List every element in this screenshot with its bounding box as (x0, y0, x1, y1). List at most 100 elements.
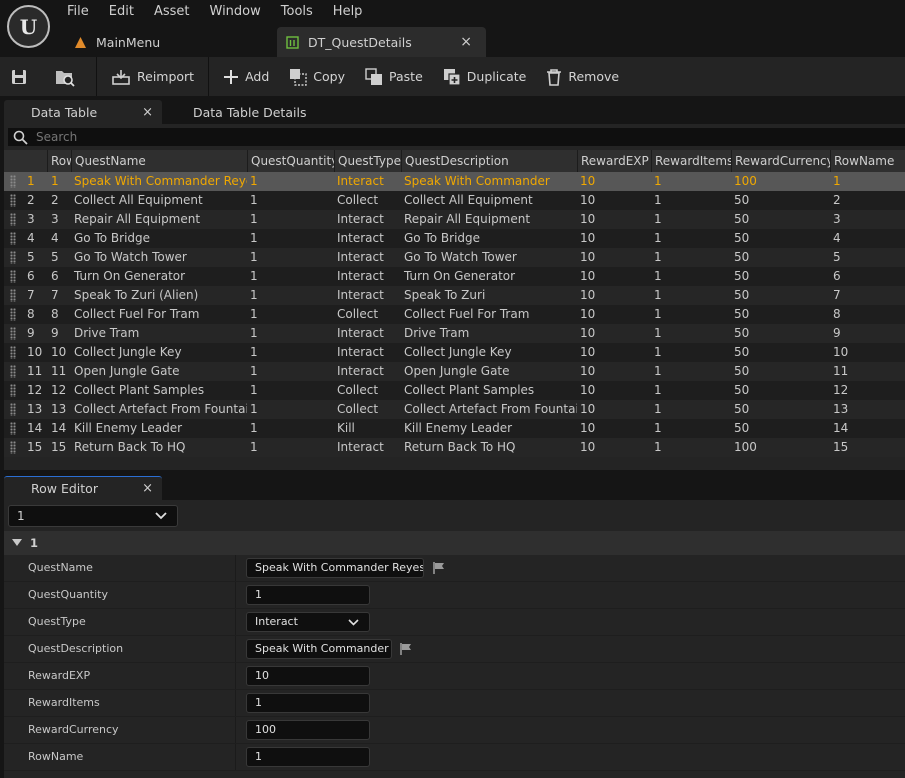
remove-button[interactable]: Remove (536, 57, 629, 96)
rewarditems-input[interactable]: 1 (246, 693, 370, 713)
remove-label: Remove (568, 69, 620, 84)
drag-handle-icon[interactable] (10, 213, 16, 226)
table-cell: 1 (654, 250, 662, 264)
drag-handle-icon[interactable] (10, 194, 16, 207)
table-cell: 10 (580, 307, 596, 321)
column-header[interactable]: Row (47, 150, 71, 172)
drag-handle-icon[interactable] (10, 270, 16, 283)
drag-handle-icon[interactable] (10, 365, 16, 378)
drag-handle-icon[interactable] (10, 403, 16, 416)
table-cell: 3 (833, 212, 841, 226)
prop-divider (235, 555, 236, 581)
questname-input[interactable]: Speak With Commander Reyes (246, 558, 424, 578)
table-cell: 1 (51, 174, 59, 188)
table-row[interactable]: 4 4 Go To Bridge 1 Interact Go To Bridge 10 1 50… (4, 229, 905, 248)
tab-row-editor[interactable]: Row Editor × (4, 476, 162, 500)
rewardcurrency-input[interactable]: 100 (246, 720, 370, 740)
prop-questname: QuestName Speak With Commander Reyes (4, 555, 905, 582)
table-row[interactable]: 5 5 Go To Watch Tower 1 Interact Go To Watch … (4, 248, 905, 267)
table-row[interactable]: 14 14 Kill Enemy Leader 1 Kill Kill Enemy Lea… (4, 419, 905, 438)
column-header[interactable]: RowName (830, 150, 905, 172)
drag-handle-icon[interactable] (10, 308, 16, 321)
table-row[interactable]: 9 9 Drive Tram 1 Interact Drive Tram 10 1 50 9 (4, 324, 905, 343)
drag-handle-icon[interactable] (10, 251, 16, 264)
table-cell: 10 (580, 250, 596, 264)
table-row[interactable]: 8 8 Collect Fuel For Tram 1 Collect Collect F… (4, 305, 905, 324)
table-row[interactable]: 13 13 Collect Artefact From Fountain 1 Colle… (4, 400, 905, 419)
table-cell: Go To Watch Tower (404, 250, 517, 264)
browse-button[interactable] (44, 57, 92, 96)
table-row[interactable]: 2 2 Collect All Equipment 1 Collect Collect A… (4, 191, 905, 210)
table-cell: Collect Artefact From Fountain (404, 402, 577, 416)
column-header[interactable]: RewardEXP (577, 150, 651, 172)
search-box[interactable] (8, 128, 905, 146)
column-header[interactable]: RewardCurrency (731, 150, 830, 172)
table-cell: 14 (833, 421, 849, 435)
questdescription-input[interactable]: Speak With Commander (246, 639, 392, 659)
table-cell: Collect (337, 402, 379, 416)
drag-handle-icon[interactable] (10, 289, 16, 302)
table-row[interactable]: 11 11 Open Jungle Gate 1 Interact Open Jungle… (4, 362, 905, 381)
close-icon[interactable]: × (142, 481, 153, 496)
menu-asset[interactable]: Asset (144, 3, 200, 20)
tab-data-table-details[interactable]: Data Table Details (193, 100, 306, 124)
drag-handle-icon[interactable] (10, 327, 16, 340)
table-cell: 1 (250, 212, 258, 226)
column-header[interactable]: QuestName (71, 150, 247, 172)
category-header[interactable]: 1 (4, 531, 905, 555)
table-row[interactable]: 10 10 Collect Jungle Key 1 Interact Collect J… (4, 343, 905, 362)
column-header[interactable]: QuestType (334, 150, 401, 172)
table-cell: 4 (51, 231, 59, 245)
drag-handle-icon[interactable] (10, 441, 16, 454)
close-icon[interactable]: × (460, 34, 472, 50)
menu-tools[interactable]: Tools (271, 3, 323, 20)
rowname-input[interactable]: 1 (246, 747, 370, 767)
drag-handle-icon[interactable] (10, 422, 16, 435)
table-cell: 1 (654, 212, 662, 226)
menu-window[interactable]: Window (200, 3, 271, 20)
drag-handle-icon[interactable] (10, 384, 16, 397)
tab-mainmenu[interactable]: MainMenu (60, 27, 274, 57)
prop-label: RewardCurrency (28, 723, 119, 736)
drag-handle-icon[interactable] (10, 346, 16, 359)
rewardexp-input[interactable]: 10 (246, 666, 370, 686)
search-input[interactable] (36, 130, 836, 144)
unreal-logo-icon[interactable]: U (7, 5, 50, 48)
table-row[interactable]: 7 7 Speak To Zuri (Alien) 1 Interact Speak To… (4, 286, 905, 305)
menu-edit[interactable]: Edit (99, 3, 144, 20)
table-row[interactable]: 15 15 Return Back To HQ 1 Interact Return Bac… (4, 438, 905, 457)
row-select-dropdown[interactable]: 1 (8, 505, 178, 527)
table-cell: 6 (27, 269, 35, 283)
paste-button[interactable]: Paste (355, 57, 433, 96)
table-row[interactable]: 6 6 Turn On Generator 1 Interact Turn On Gene… (4, 267, 905, 286)
flag-icon[interactable] (399, 642, 413, 656)
menu-help[interactable]: Help (323, 3, 373, 20)
add-button[interactable]: Add (213, 57, 279, 96)
copy-button[interactable]: Copy (279, 57, 355, 96)
drag-handle-icon[interactable] (10, 175, 16, 188)
questquantity-input[interactable]: 1 (246, 585, 370, 605)
table-cell: 5 (833, 250, 841, 264)
column-header[interactable]: QuestQuantity (247, 150, 334, 172)
reimport-button[interactable]: Reimport (101, 57, 204, 96)
tab-dt-questdetails[interactable]: DT_QuestDetails × (277, 27, 486, 57)
table-row[interactable]: 12 12 Collect Plant Samples 1 Collect Collect… (4, 381, 905, 400)
table-row[interactable]: 1 1 Speak With Commander Reyes 1 Interact Spe… (4, 172, 905, 191)
prop-label: QuestName (28, 561, 93, 574)
questtype-dropdown[interactable]: Interact (246, 612, 370, 632)
table-row[interactable]: 3 3 Repair All Equipment 1 Interact Repair Al… (4, 210, 905, 229)
column-header[interactable]: QuestDescription (401, 150, 577, 172)
menu-file[interactable]: File (57, 3, 99, 20)
save-button[interactable] (0, 57, 44, 96)
flag-icon[interactable] (432, 561, 446, 575)
close-icon[interactable]: × (142, 105, 153, 120)
table-cell: 10 (580, 193, 596, 207)
table-cell: Interact (337, 345, 384, 359)
column-header[interactable]: RewardItems (651, 150, 731, 172)
duplicate-button[interactable]: Duplicate (433, 57, 537, 96)
tab-data-table[interactable]: Data Table × (4, 100, 162, 124)
table-cell: 7 (833, 288, 841, 302)
table-cell: Kill Enemy Leader (404, 421, 513, 435)
table-cell: 1 (654, 269, 662, 283)
drag-handle-icon[interactable] (10, 232, 16, 245)
